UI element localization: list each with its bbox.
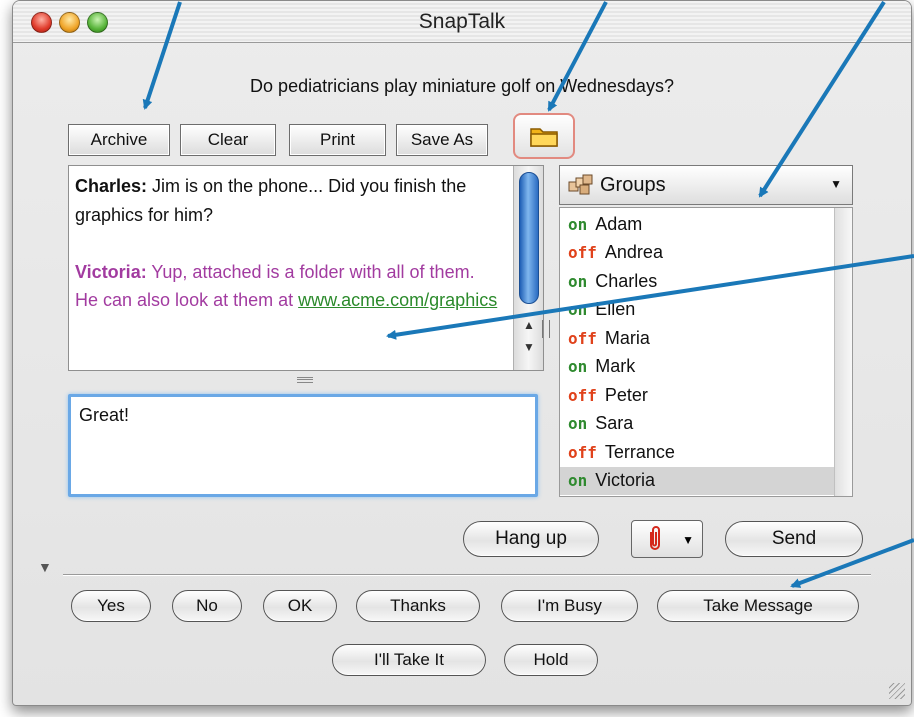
buddy-name: Victoria — [595, 470, 655, 491]
status-indicator: off — [568, 243, 597, 263]
buddy-item[interactable]: on Ellen — [560, 296, 834, 325]
scroll-thumb[interactable] — [519, 172, 539, 304]
groups-dropdown[interactable]: Groups ▼ — [559, 165, 853, 205]
buddy-item[interactable]: on Adam — [560, 210, 834, 239]
paperclip-icon — [650, 526, 660, 550]
buddy-name: Terrance — [604, 441, 675, 462]
buddy-name: Charles — [595, 270, 658, 291]
status-indicator: off — [568, 385, 597, 405]
buddy-item-selected[interactable]: on Victoria — [560, 466, 834, 495]
buddy-item[interactable]: off Terrance — [560, 438, 834, 467]
title-bar[interactable]: SnapTalk — [13, 1, 911, 43]
buddy-name: Peter — [604, 384, 648, 405]
buddy-name: Mark — [595, 356, 636, 377]
buddy-item[interactable]: on Sara — [560, 410, 834, 439]
archive-button[interactable]: Archive — [68, 124, 170, 156]
transcript-text: Charles: Jim is on the phone... Did you … — [75, 172, 500, 315]
quick-reply-ok[interactable]: OK — [263, 590, 337, 622]
status-indicator: on — [568, 414, 588, 434]
buddy-item[interactable]: off Maria — [560, 324, 834, 353]
message-speaker: Victoria: — [75, 261, 147, 282]
quick-reply-thanks[interactable]: Thanks — [356, 590, 480, 622]
quick-reply-ill-take-it[interactable]: I'll Take It — [332, 644, 486, 676]
buddy-name: Maria — [604, 327, 650, 348]
quick-reply-hold[interactable]: Hold — [504, 644, 598, 676]
message-link[interactable]: www.acme.com/graphics — [298, 290, 497, 310]
status-indicator: on — [568, 271, 588, 291]
message-victoria: Victoria: Yup, attached is a folder with… — [75, 258, 500, 315]
status-message: Do pediatricians play miniature golf on … — [250, 76, 674, 96]
print-button[interactable]: Print — [289, 124, 386, 156]
status-indicator: on — [568, 471, 588, 491]
clear-button[interactable]: Clear — [180, 124, 276, 156]
buddy-item[interactable]: off Peter — [560, 381, 834, 410]
buddy-name: Adam — [595, 213, 643, 234]
buddy-item[interactable]: on Mark — [560, 353, 834, 382]
attach-button[interactable]: ▼ — [631, 520, 703, 558]
message-input[interactable]: Great! — [68, 394, 538, 497]
folder-button[interactable] — [513, 113, 575, 159]
quick-reply-no[interactable]: No — [172, 590, 242, 622]
transcript-scrollbar[interactable]: ▲ ▼ — [513, 166, 543, 370]
horizontal-splitter-grip[interactable] — [297, 377, 313, 383]
send-button[interactable]: Send — [725, 521, 863, 557]
message-speaker: Charles: — [75, 176, 148, 196]
buddy-list[interactable]: on Adam off Andrea on Charles on Ellen off Ma… — [559, 207, 853, 497]
disclosure-triangle-icon[interactable]: ▼ — [38, 559, 52, 575]
quick-reply-take-message[interactable]: Take Message — [657, 590, 859, 622]
status-indicator: off — [568, 442, 597, 462]
snaptalk-window: SnapTalk Do pediatricians play miniature… — [12, 0, 912, 706]
hang-up-button[interactable]: Hang up — [463, 521, 599, 557]
status-indicator: off — [568, 328, 597, 348]
scroll-down-icon[interactable]: ▼ — [518, 338, 540, 356]
buddy-list-scrollbar[interactable] — [834, 208, 852, 496]
status-indicator: on — [568, 357, 588, 377]
buddy-item[interactable]: on Charles — [560, 267, 834, 296]
groups-icon — [568, 174, 593, 195]
chevron-down-icon: ▼ — [682, 533, 694, 547]
resize-grip-icon[interactable] — [889, 683, 905, 699]
quick-reply-yes[interactable]: Yes — [71, 590, 151, 622]
folder-icon — [530, 128, 558, 147]
buddy-name: Ellen — [595, 299, 636, 320]
vertical-splitter-grip[interactable] — [542, 320, 550, 338]
buddy-name: Sara — [595, 413, 634, 434]
status-indicator: on — [568, 214, 588, 234]
status-indicator: on — [568, 300, 588, 320]
divider — [63, 574, 871, 576]
window-title: SnapTalk — [418, 10, 506, 33]
groups-label: Groups — [600, 173, 666, 196]
quick-reply-im-busy[interactable]: I'm Busy — [501, 590, 638, 622]
message-charles: Charles: Jim is on the phone... Did you … — [75, 172, 500, 229]
buddy-item[interactable]: off Andrea — [560, 239, 834, 268]
chat-transcript[interactable]: Charles: Jim is on the phone... Did you … — [68, 165, 544, 371]
chevron-down-icon: ▼ — [830, 177, 842, 191]
buddy-name: Andrea — [604, 242, 663, 263]
scroll-up-icon[interactable]: ▲ — [518, 316, 540, 334]
save-as-button[interactable]: Save As — [396, 124, 488, 156]
